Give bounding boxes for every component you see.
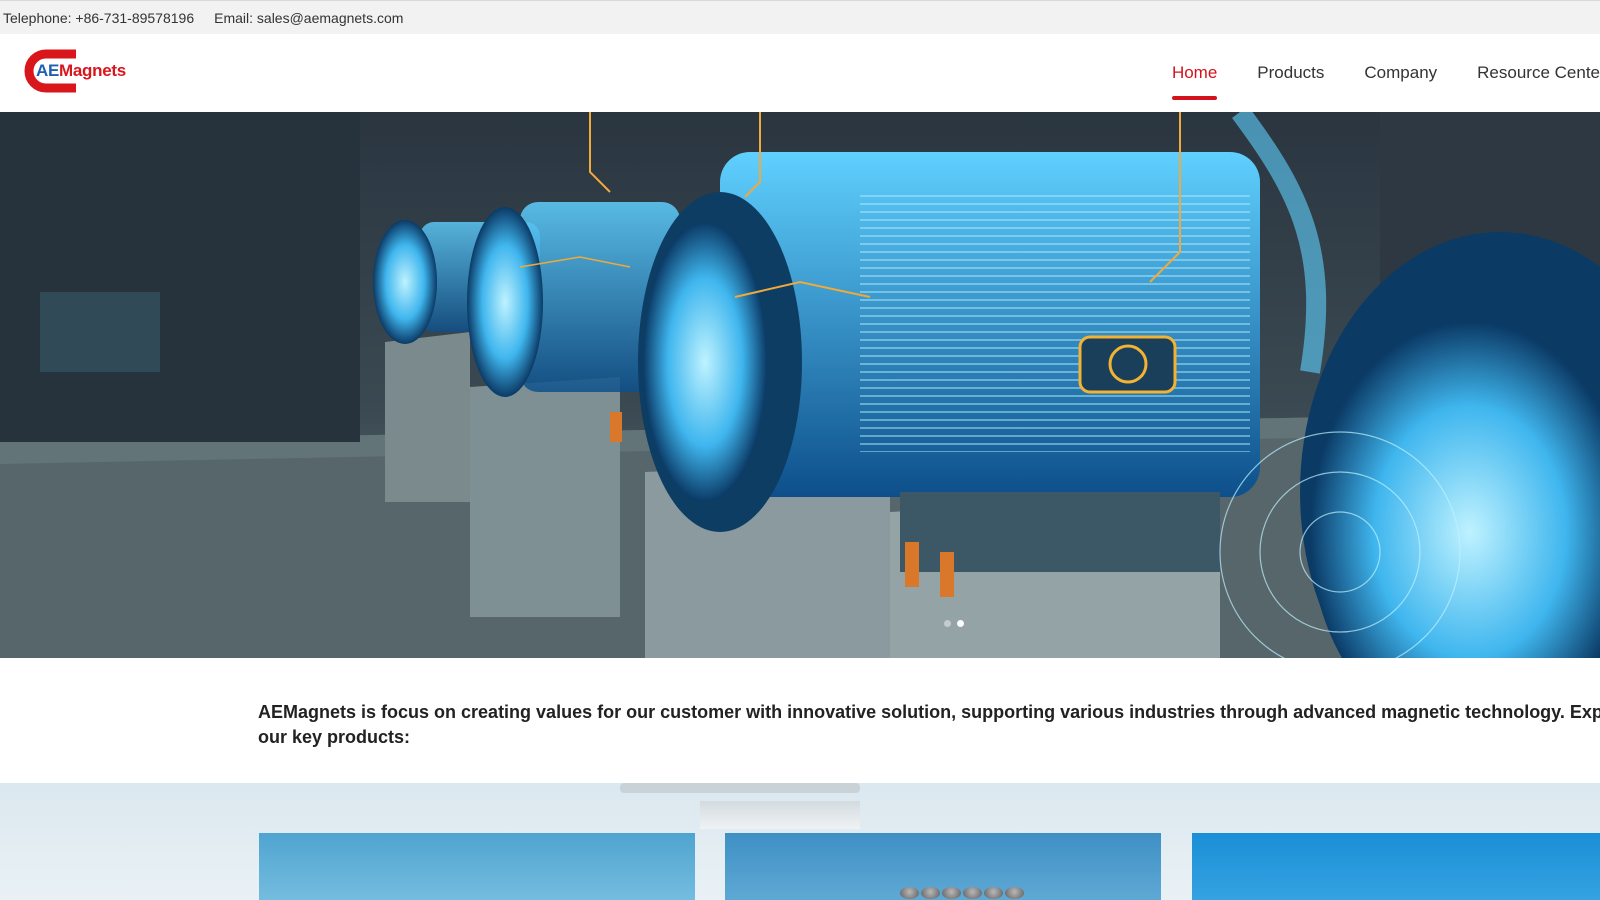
- brand-logo[interactable]: AEMagnets: [20, 48, 140, 94]
- nav-item-resource-center[interactable]: Resource Cente: [1477, 34, 1600, 112]
- nav-item-products[interactable]: Products: [1257, 34, 1324, 112]
- intro-line-1: AEMagnets is focus on creating values fo…: [258, 702, 1600, 722]
- section-background-shape: [700, 801, 860, 829]
- intro-line-2: our key products:: [258, 727, 411, 747]
- main-nav: Home Products Company Resource Cente: [1132, 34, 1600, 112]
- nav-item-company[interactable]: Company: [1364, 34, 1437, 112]
- logo-suffix: Magnets: [59, 61, 126, 80]
- hero-motor-illustration: [0, 112, 1600, 658]
- carousel-dots: [944, 620, 964, 627]
- product-card-3[interactable]: [1192, 833, 1600, 900]
- product-card-2[interactable]: [725, 833, 1161, 900]
- product-image-magnets: [900, 887, 1024, 899]
- product-card-1[interactable]: [259, 833, 695, 900]
- key-products-section: [0, 783, 1600, 900]
- site-header: AEMagnets Home Products Company Resource…: [0, 34, 1600, 112]
- carousel-dot-2[interactable]: [957, 620, 964, 627]
- top-contact-bar: Telephone: +86-731-89578196 Email: sales…: [0, 0, 1600, 34]
- section-background-shape: [620, 783, 860, 793]
- hero-banner[interactable]: [0, 112, 1600, 658]
- logo-prefix: AE: [36, 61, 60, 80]
- intro-paragraph: AEMagnets is focus on creating values fo…: [258, 700, 1600, 750]
- telephone-text: Telephone: +86-731-89578196: [3, 9, 195, 26]
- logo-wordmark: AEMagnets: [36, 61, 126, 81]
- email-text[interactable]: Email: sales@aemagnets.com: [214, 10, 403, 26]
- nav-item-home[interactable]: Home: [1171, 34, 1218, 112]
- carousel-dot-1[interactable]: [944, 620, 951, 627]
